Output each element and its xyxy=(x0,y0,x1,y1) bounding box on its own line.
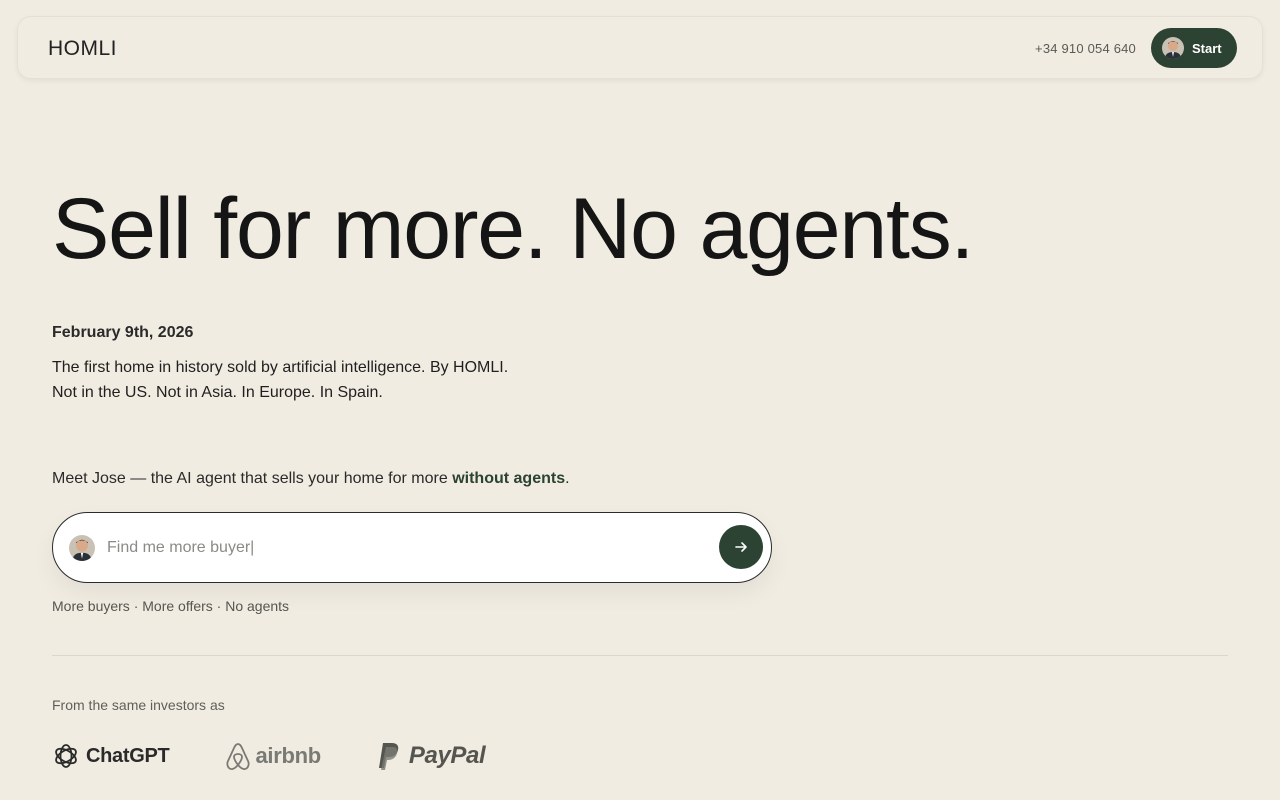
investor-logos: ChatGPT airbnb PayPal xyxy=(52,738,486,774)
announcement-line-1: The first home in history sold by artifi… xyxy=(52,359,509,376)
agent-intro: Meet Jose — the AI agent that sells your… xyxy=(52,470,570,488)
start-button[interactable]: Start xyxy=(1151,28,1237,68)
agent-avatar-icon xyxy=(1162,37,1184,59)
homli-logo[interactable]: HOMLI xyxy=(48,37,117,61)
benefits-text: More buyers · More offers · No agents xyxy=(52,598,290,614)
chatgpt-logo: ChatGPT xyxy=(52,742,170,770)
start-button-label: Start xyxy=(1192,40,1222,56)
send-button[interactable] xyxy=(719,525,763,569)
section-divider xyxy=(52,655,1228,656)
hero-headline: Sell for more. No agents. xyxy=(52,181,974,277)
announcement-text: The first home in history sold by artifi… xyxy=(52,355,508,405)
announcement-date: February 9th, 2026 xyxy=(52,324,194,341)
chatgpt-logo-text: ChatGPT xyxy=(86,744,170,767)
agent-prompt-input[interactable] xyxy=(107,531,707,565)
airbnb-logo-text: airbnb xyxy=(255,743,321,768)
announcement-line-2: Not in the US. Not in Asia. In Europe. I… xyxy=(52,384,383,401)
agent-intro-suffix: . xyxy=(565,470,570,487)
paypal-icon xyxy=(378,743,399,770)
paypal-logo-text: PayPal xyxy=(408,742,486,769)
phone-number-link[interactable]: +34 910 054 640 xyxy=(1035,41,1136,56)
agent-chat-box xyxy=(52,512,772,583)
agent-intro-highlight: without agents xyxy=(452,470,566,487)
paypal-logo: PayPal xyxy=(377,741,486,771)
agent-intro-text: Meet Jose — the AI agent that sells your… xyxy=(52,470,453,487)
investors-label: From the same investors as xyxy=(52,697,225,713)
airbnb-logo: airbnb xyxy=(225,741,321,771)
openai-icon xyxy=(55,744,77,768)
airbnb-icon xyxy=(226,743,251,770)
arrow-right-icon xyxy=(735,542,747,552)
top-navigation-bar: HOMLI +34 910 054 640 Start xyxy=(17,16,1263,79)
agent-avatar-icon xyxy=(69,535,95,561)
